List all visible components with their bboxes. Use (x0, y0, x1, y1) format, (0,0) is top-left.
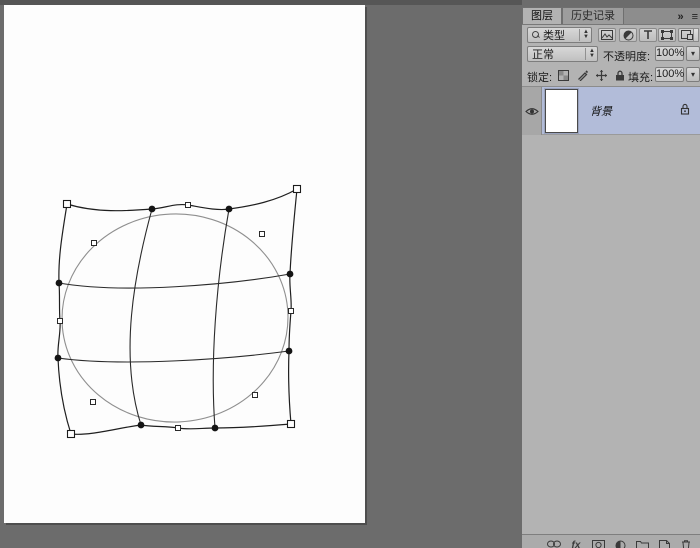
lock-fill-row: 锁定: 填充: 100% ▾ (522, 67, 700, 84)
panel-menu-icon[interactable]: ≡ (692, 11, 698, 23)
lock-position-move-icon[interactable] (594, 68, 609, 82)
delete-layer-trash-icon[interactable] (678, 540, 694, 548)
layer-thumbnail[interactable] (545, 88, 578, 133)
filter-kind-dropdown[interactable]: 类型 ▲ ▼ (527, 27, 592, 43)
layer-row-background[interactable]: 背景 (522, 87, 700, 135)
warp-transform-grid[interactable] (4, 5, 365, 523)
selected-layer-highlight: 背景 (542, 87, 700, 134)
updown-arrows-icon: ▲ ▼ (579, 29, 589, 41)
layer-style-fx-icon[interactable]: fx (568, 540, 584, 548)
opacity-value[interactable]: 100% (655, 46, 684, 61)
new-group-folder-icon[interactable] (634, 540, 650, 548)
fill-label: 填充: (628, 72, 654, 84)
new-adjustment-layer-icon[interactable] (612, 540, 628, 548)
panel-tabbar: 图层 历史记录 » ≡ (522, 7, 700, 25)
filter-adjustment-layers-icon[interactable] (619, 28, 637, 42)
fill-value[interactable]: 100% (655, 67, 684, 82)
visibility-column (522, 87, 542, 135)
filter-toggle-switch[interactable] (693, 28, 699, 42)
photoshop-workspace: 图层 历史记录 » ≡ 类型 ▲ ▼ 正常 ▲ ▼ 不透明度: 100% ▾ 锁… (0, 0, 700, 548)
lock-transparency-icon[interactable] (556, 68, 571, 82)
fill-dropdown-arrow[interactable]: ▾ (686, 67, 700, 82)
layers-panel: 图层 历史记录 » ≡ 类型 ▲ ▼ 正常 ▲ ▼ 不透明度: 100% ▾ 锁… (522, 0, 700, 548)
layer-filter-row: 类型 ▲ ▼ (522, 27, 700, 44)
warp-mesh-outline (57, 188, 298, 435)
blend-opacity-row: 正常 ▲ ▼ 不透明度: 100% ▾ (522, 46, 700, 63)
warp-corner-handles[interactable] (62, 184, 302, 439)
collapse-panel-icon[interactable]: » (677, 11, 683, 23)
layer-name[interactable]: 背景 (590, 103, 612, 119)
opacity-label: 不透明度: (603, 51, 651, 63)
document-canvas[interactable] (4, 5, 365, 523)
blend-mode-dropdown[interactable]: 正常 ▲ ▼ (527, 46, 598, 62)
warp-anchor-handles[interactable] (57, 202, 294, 431)
link-layers-icon[interactable] (546, 540, 562, 548)
lock-label: 锁定: (527, 72, 553, 84)
visibility-eye-icon[interactable] (524, 107, 539, 116)
new-layer-icon[interactable] (656, 540, 672, 548)
filter-kind-label: 类型 (543, 30, 565, 42)
filter-shape-layers-icon[interactable] (658, 28, 676, 42)
layer-lock-icon (680, 103, 690, 115)
updown-arrows-icon: ▲ ▼ (585, 48, 595, 60)
tab-layers[interactable]: 图层 (522, 7, 562, 24)
tab-history[interactable]: 历史记录 (562, 7, 624, 24)
filter-type-layers-icon[interactable] (639, 28, 657, 42)
add-layer-mask-icon[interactable] (590, 540, 606, 548)
search-icon (532, 31, 540, 39)
lock-pixels-brush-icon[interactable] (575, 68, 590, 82)
lock-all-padlock-icon[interactable] (612, 68, 627, 82)
opacity-dropdown-arrow[interactable]: ▾ (686, 46, 700, 61)
blend-mode-value: 正常 (532, 49, 554, 61)
layers-panel-footer: fx (522, 534, 700, 548)
layers-panel-body: 类型 ▲ ▼ 正常 ▲ ▼ 不透明度: 100% ▾ 锁定: 填充: 100% … (522, 25, 700, 548)
filter-pixel-layers-icon[interactable] (598, 28, 616, 42)
